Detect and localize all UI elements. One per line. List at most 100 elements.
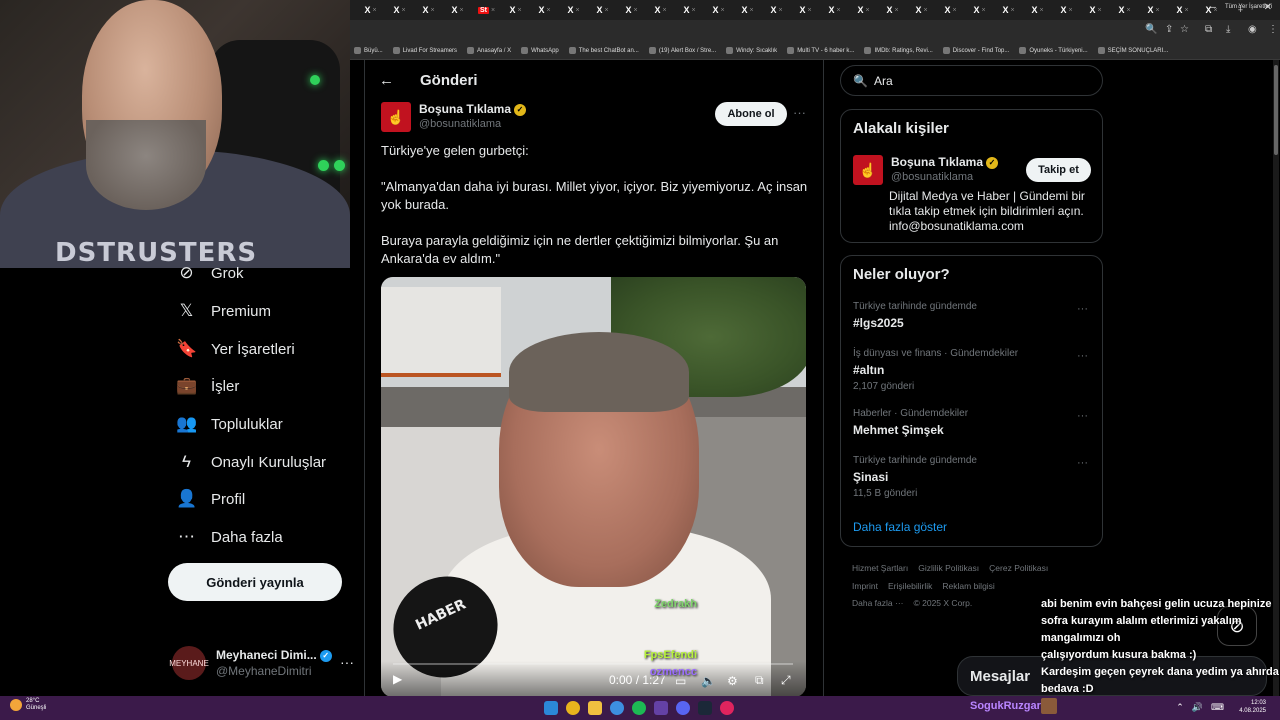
- trend-item[interactable]: İş dünyası ve finans · Gündemdekiler #alt…: [853, 348, 1018, 392]
- app-icon[interactable]: [610, 701, 624, 715]
- scrollbar[interactable]: [1273, 60, 1279, 696]
- sidebar-item-i-şler[interactable]: 💼 İşler: [176, 376, 239, 396]
- relevant-person-handle[interactable]: @bosunatiklama: [891, 171, 998, 183]
- bookmark-item[interactable]: Windy: Sıcaklık: [726, 47, 777, 54]
- tab-close-icon[interactable]: ×: [1155, 7, 1159, 14]
- tab-close-icon[interactable]: ×: [923, 7, 927, 14]
- browser-tab[interactable]: St ×: [472, 0, 501, 20]
- zoom-icon[interactable]: 🔍: [1145, 24, 1157, 35]
- chrome-icon[interactable]: [566, 701, 580, 715]
- trend-more-icon[interactable]: ···: [1077, 350, 1088, 362]
- browser-tab[interactable]: X ×: [414, 0, 443, 20]
- tab-close-icon[interactable]: ×: [633, 7, 637, 14]
- tab-close-icon[interactable]: ×: [1184, 7, 1188, 14]
- download-icon[interactable]: ⤓: [1226, 24, 1230, 35]
- tab-close-icon[interactable]: ×: [778, 7, 782, 14]
- sidebar-item-grok[interactable]: ⊘ Grok: [176, 263, 243, 283]
- browser-tab[interactable]: X ×: [1110, 0, 1139, 20]
- weather-widget[interactable]: 28°C Güneşli: [10, 698, 46, 712]
- tab-close-icon[interactable]: ×: [1068, 7, 1072, 14]
- bookmark-item[interactable]: Oyuneks - Türkiyeni...: [1019, 47, 1088, 54]
- browser-tab[interactable]: X ×: [704, 0, 733, 20]
- fullscreen-icon[interactable]: ⤢: [781, 673, 791, 688]
- bookmark-item[interactable]: The best ChatBot an...: [568, 47, 639, 54]
- browser-tab[interactable]: X ×: [443, 0, 472, 20]
- browser-tab[interactable]: X ×: [588, 0, 617, 20]
- trend-item[interactable]: Türkiye tarihinde gündemde Şinasi 11,5 B g…: [853, 455, 977, 499]
- browser-tab[interactable]: X ×: [994, 0, 1023, 20]
- trend-more-icon[interactable]: ···: [1077, 410, 1088, 422]
- bookmark-item[interactable]: Büyü...: [354, 47, 383, 54]
- browser-tab[interactable]: X ×: [907, 0, 936, 20]
- tab-close-icon[interactable]: ×: [981, 7, 985, 14]
- clock[interactable]: 12:03 4.08.2025: [1239, 699, 1266, 715]
- trend-more-icon[interactable]: ···: [1077, 457, 1088, 469]
- star-icon[interactable]: ☆: [1180, 24, 1189, 35]
- sidebar-item-topluluklar[interactable]: 👥 Topluluklar: [176, 414, 283, 434]
- tab-close-icon[interactable]: ×: [1097, 7, 1101, 14]
- browser-tab[interactable]: X ×: [1139, 0, 1168, 20]
- sidebar-item-yer-i-şaretleri[interactable]: 🔖 Yer İşaretleri: [176, 339, 295, 359]
- footer-link[interactable]: Reklam bilgisi: [942, 581, 994, 591]
- tab-close-icon[interactable]: ×: [691, 7, 695, 14]
- browser-tab[interactable]: X ×: [936, 0, 965, 20]
- steam-icon[interactable]: [698, 701, 712, 715]
- relevant-person-name[interactable]: Boşuna Tıklama ✓: [891, 155, 999, 169]
- footer-link[interactable]: Erişilebilirlik: [888, 581, 932, 591]
- subscribe-button[interactable]: Abone ol: [715, 102, 787, 126]
- trend-more-icon[interactable]: ···: [1077, 303, 1088, 315]
- browser-tab[interactable]: X ×: [617, 0, 646, 20]
- bookmark-item[interactable]: Livad For Streamers: [392, 47, 457, 54]
- footer-link[interactable]: Çerez Politikası: [989, 563, 1048, 573]
- browser-tab[interactable]: X ×: [733, 0, 762, 20]
- settings-icon[interactable]: ⚙: [727, 674, 738, 688]
- browser-tab[interactable]: X ×: [559, 0, 588, 20]
- account-switcher[interactable]: MEYHANE Meyhaneci Dimi... ✓ @MeyhaneDimit…: [169, 646, 354, 680]
- sidebar-item-premium[interactable]: 𝕏 Premium: [176, 301, 271, 321]
- minimize-icon[interactable]: –: [1211, 2, 1217, 13]
- browser-tab[interactable]: X ×: [675, 0, 704, 20]
- tab-close-icon[interactable]: ×: [836, 7, 840, 14]
- browser-tab[interactable]: X ×: [1023, 0, 1052, 20]
- browser-tab[interactable]: X ×: [1052, 0, 1081, 20]
- share-icon[interactable]: ⇪: [1165, 24, 1173, 35]
- footer-link[interactable]: Daha fazla ···: [852, 598, 904, 608]
- play-icon[interactable]: ▶: [393, 672, 402, 686]
- browser-tab[interactable]: X ×: [1081, 0, 1110, 20]
- tab-close-icon[interactable]: ×: [575, 7, 579, 14]
- browser-tab[interactable]: X ×: [646, 0, 675, 20]
- browser-tab[interactable]: X ×: [762, 0, 791, 20]
- volume-icon[interactable]: 🔈: [701, 674, 716, 688]
- footer-link[interactable]: Gizlilik Politikası: [918, 563, 979, 573]
- file-explorer-icon[interactable]: [588, 701, 602, 715]
- tab-close-icon[interactable]: ×: [1039, 7, 1043, 14]
- author-handle[interactable]: @bosunatiklama: [419, 118, 526, 130]
- browser-tab[interactable]: X ×: [385, 0, 414, 20]
- browser-tab[interactable]: X ×: [820, 0, 849, 20]
- more-options-icon[interactable]: ···: [793, 105, 806, 120]
- relevant-person-avatar[interactable]: ☝: [853, 155, 883, 185]
- follow-button[interactable]: Takip et: [1026, 158, 1091, 182]
- discord-icon[interactable]: [676, 701, 690, 715]
- browser-tab[interactable]: X ×: [1168, 0, 1197, 20]
- browser-tab[interactable]: X ×: [501, 0, 530, 20]
- tab-close-icon[interactable]: ×: [807, 7, 811, 14]
- sidebar-item-profil[interactable]: 👤 Profil: [176, 489, 245, 509]
- tab-close-icon[interactable]: ×: [749, 7, 753, 14]
- bookmark-item[interactable]: Multi TV - 6 haber k...: [787, 47, 854, 54]
- video-player[interactable]: HABER ▶ 0:00 / 1:27 ▭ 🔈 ⚙ ⧉ ⤢: [381, 277, 806, 697]
- tab-close-icon[interactable]: ×: [546, 7, 550, 14]
- tab-close-icon[interactable]: ×: [430, 7, 434, 14]
- sidebar-item-onaylı-kuruluşlar[interactable]: ϟ Onaylı Kuruluşlar: [176, 452, 326, 472]
- menu-icon[interactable]: ⋮: [1268, 24, 1278, 35]
- tab-close-icon[interactable]: ×: [894, 7, 898, 14]
- tab-close-icon[interactable]: ×: [952, 7, 956, 14]
- trend-item[interactable]: Türkiye tarihinde gündemde #lgs2025: [853, 301, 977, 330]
- tab-close-icon[interactable]: ×: [459, 7, 463, 14]
- browser-tab[interactable]: X ×: [849, 0, 878, 20]
- tab-close-icon[interactable]: ×: [604, 7, 608, 14]
- browser-tab[interactable]: X ×: [356, 0, 385, 20]
- show-more-link[interactable]: Daha fazla göster: [853, 520, 947, 534]
- bookmark-item[interactable]: Discover - Find Top...: [942, 47, 1009, 54]
- post-author[interactable]: ☝ Boşuna Tıklama ✓ @bosunatiklama: [381, 102, 527, 132]
